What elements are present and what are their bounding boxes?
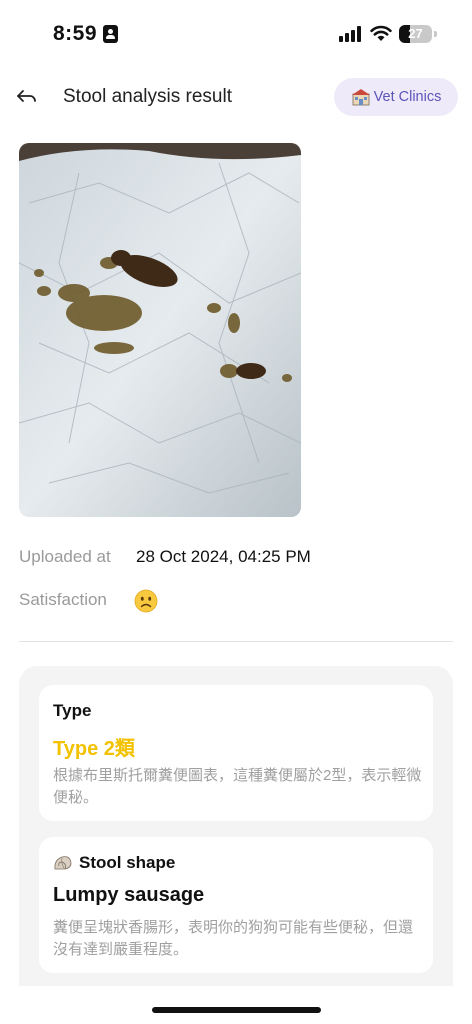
stool-shape-heading-label: Stool shape [79, 853, 176, 872]
status-bar: 8:59 27 [0, 0, 472, 70]
back-arrow-icon [17, 90, 36, 102]
vet-clinics-button[interactable]: Vet Clinics [334, 78, 458, 116]
slightly-frowning-face-icon [134, 589, 158, 613]
stool-photo[interactable] [19, 143, 301, 517]
status-time: 8:59 [53, 22, 98, 45]
contact-card-icon [103, 25, 118, 43]
divider [19, 641, 453, 642]
type-heading: Type [53, 701, 91, 721]
battery-tip [434, 31, 437, 37]
type-heading-label: Type [53, 701, 92, 720]
stool-shape-heading: Stool shape [53, 853, 175, 873]
battery-icon: 27 [399, 25, 432, 43]
uploaded-at-value: 28 Oct 2024, 04:25 PM [136, 547, 311, 566]
satisfaction-label: Satisfaction [19, 590, 107, 609]
battery-level: 27 [408, 26, 423, 41]
page-title: Stool analysis result [63, 86, 232, 107]
stool-shape-value: Lumpy sausage [53, 884, 205, 906]
signal-icon [339, 26, 363, 42]
shell-icon [54, 856, 72, 870]
stool-shape-description: 糞便呈塊狀香腸形，表明你的狗狗可能有些便秘，但還沒有達到嚴重程度。 [53, 919, 414, 958]
clinic-icon [351, 89, 370, 106]
back-button[interactable] [10, 82, 44, 114]
stool-shape-card: Stool shape Lumpy sausage 糞便呈塊狀香腸形，表明你的狗… [39, 837, 433, 973]
home-indicator[interactable] [152, 1007, 321, 1013]
vet-clinics-label: Vet Clinics [373, 89, 442, 105]
uploaded-at-label: Uploaded at [19, 547, 111, 566]
type-value: Type 2類 [53, 738, 135, 760]
type-description: 根據布里斯托爾糞便圖表，這種糞便屬於2型，表示輕微便秘。 [53, 767, 422, 806]
type-card: Type Type 2類 根據布里斯托爾糞便圖表，這種糞便屬於2型，表示輕微便秘… [39, 685, 433, 821]
wifi-icon [370, 25, 392, 41]
